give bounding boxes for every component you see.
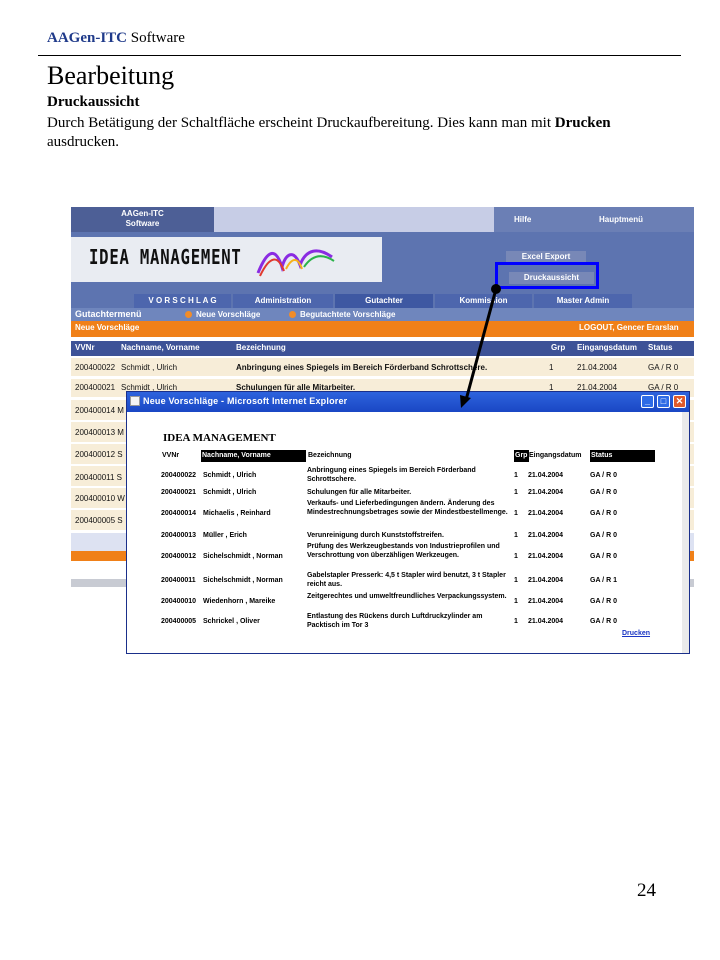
callout-arrow [460, 284, 501, 408]
arrow-line [464, 288, 498, 401]
arrow-head-icon [460, 395, 471, 408]
